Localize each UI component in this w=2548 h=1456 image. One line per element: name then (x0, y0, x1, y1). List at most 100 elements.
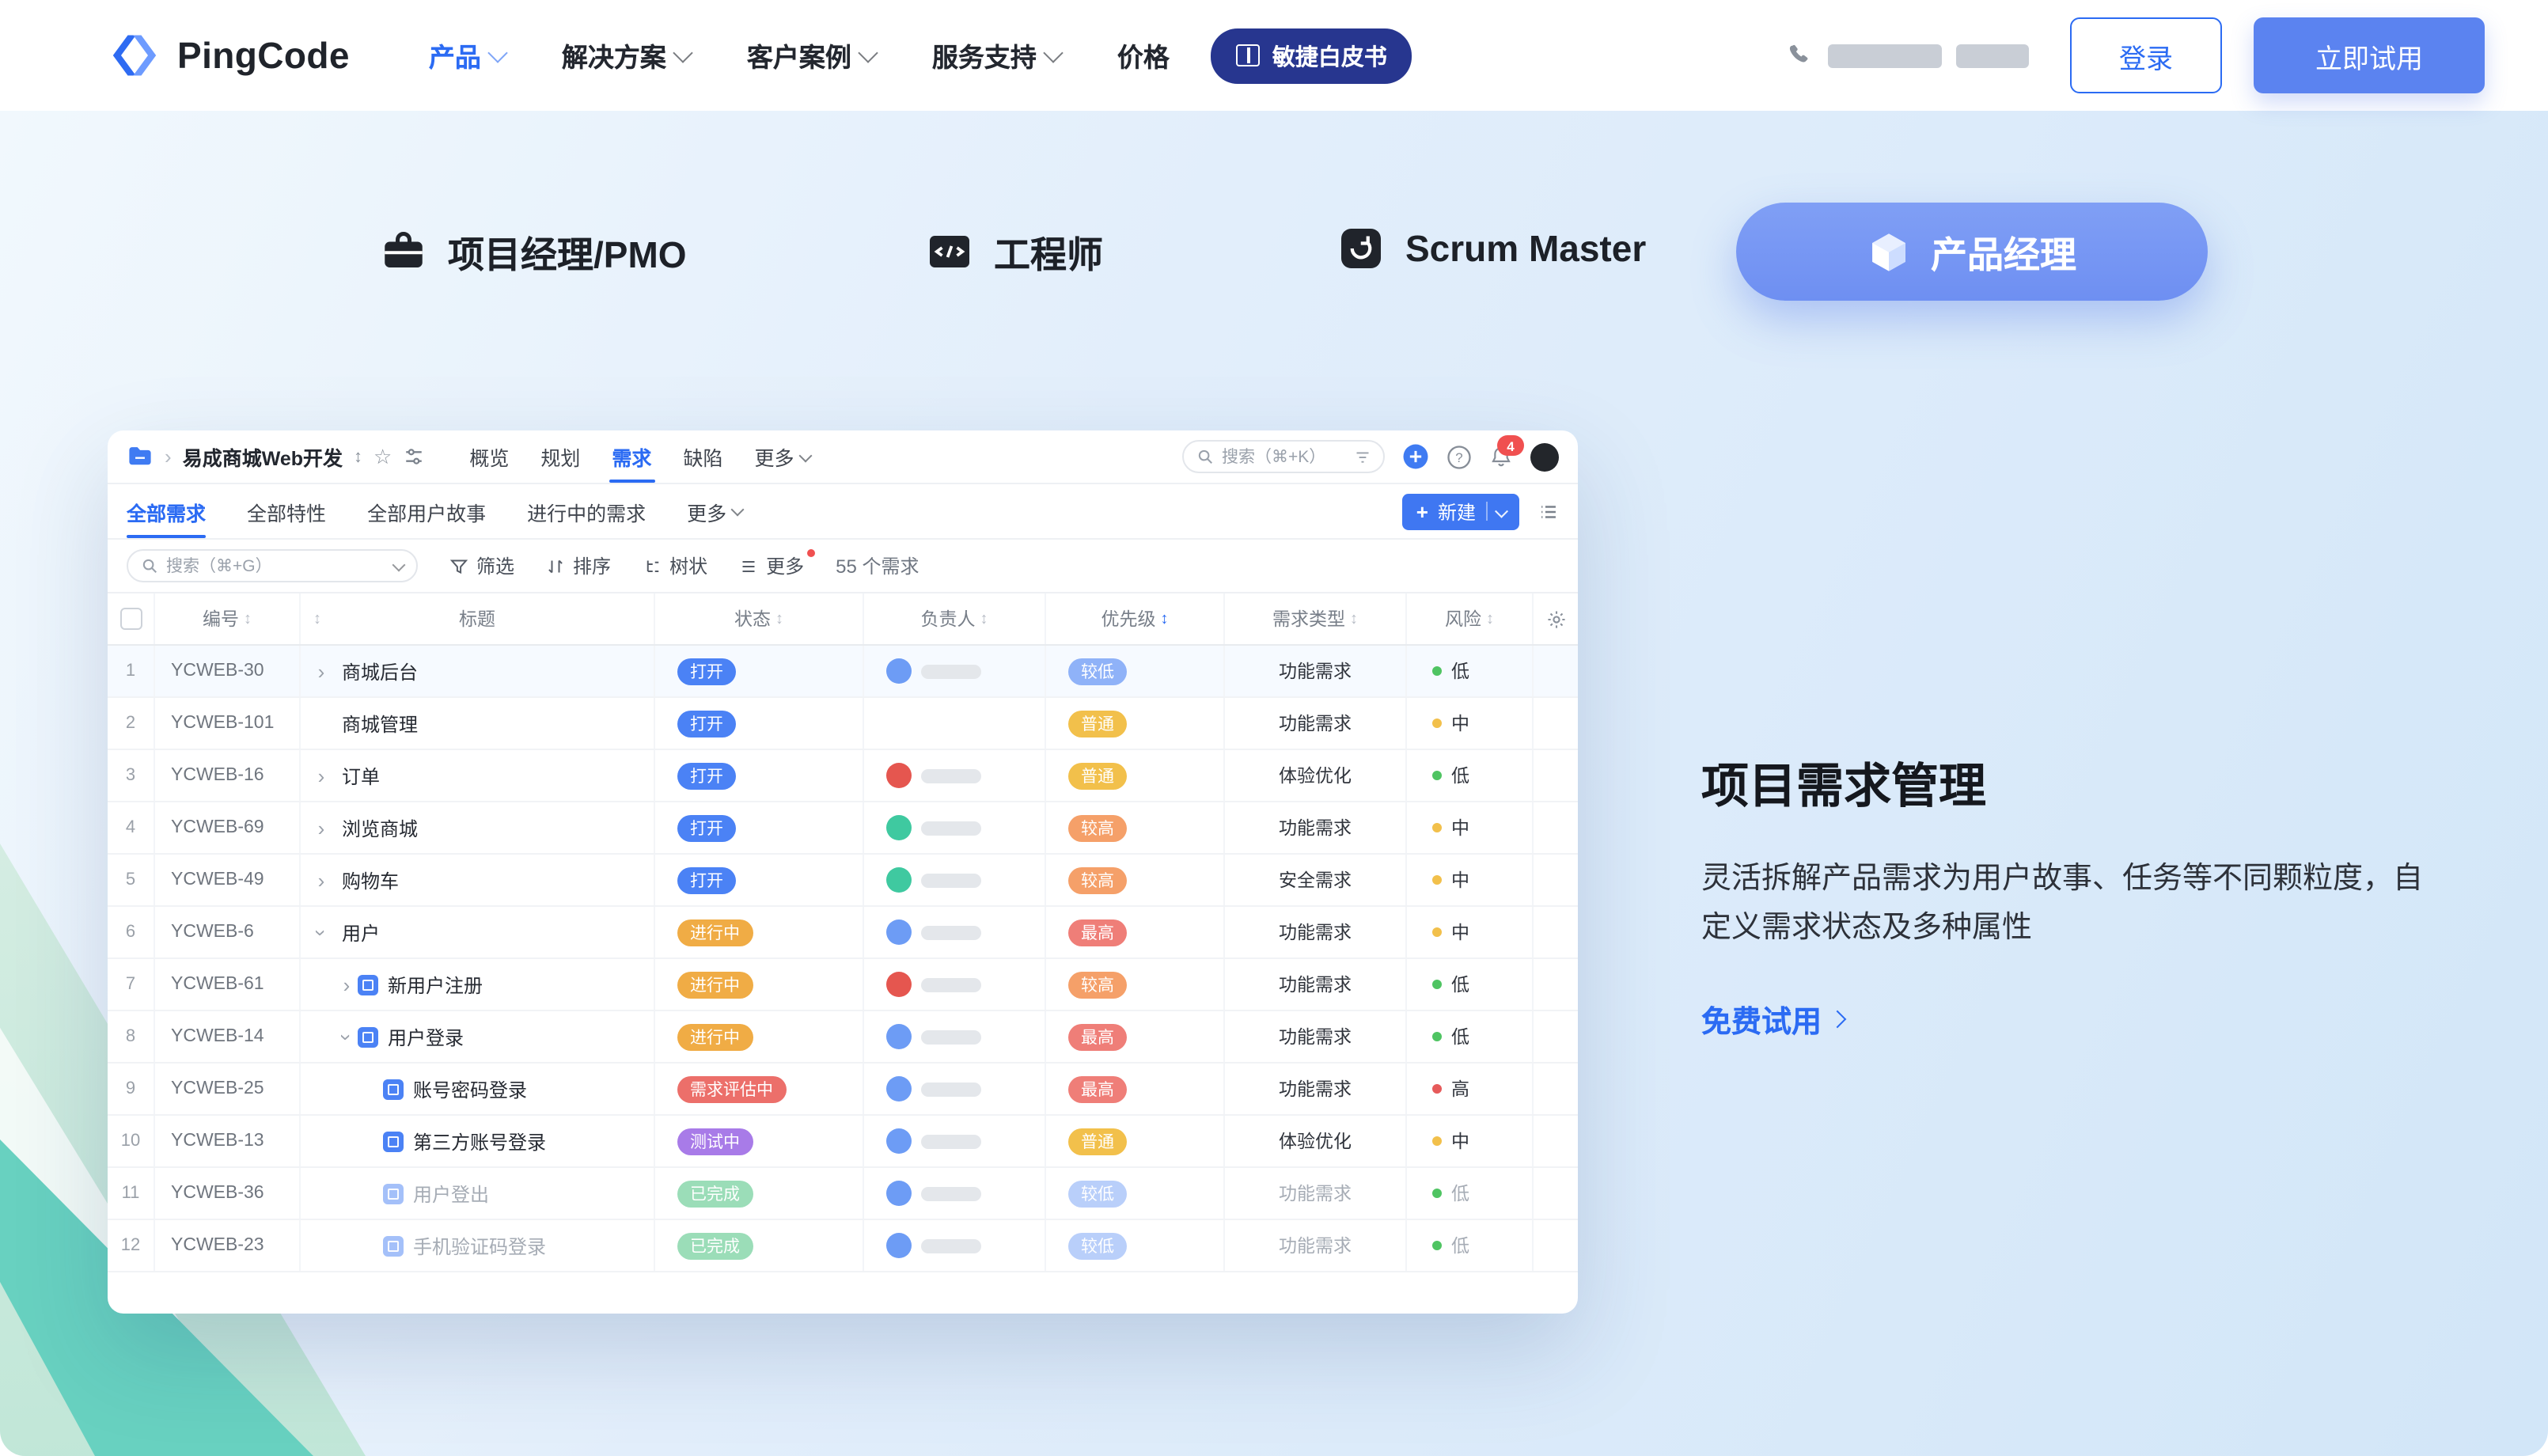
nav-item-3[interactable]: 客户案例 (747, 36, 875, 74)
issue-title[interactable]: 商城后台 (342, 658, 418, 684)
status-badge[interactable]: 打开 (677, 710, 736, 737)
issue-id[interactable]: YCWEB-30 (155, 646, 301, 696)
expand-icon[interactable]: › (310, 816, 332, 840)
issue-title[interactable]: 账号密码登录 (413, 1075, 527, 1102)
notifications-button[interactable]: 4 (1489, 445, 1513, 468)
search-filter-icon[interactable] (1355, 449, 1371, 464)
table-row[interactable]: 7YCWEB-61›新用户注册进行中较高功能需求低 (108, 959, 1578, 1011)
status-badge[interactable]: 打开 (677, 814, 736, 841)
table-row[interactable]: 5YCWEB-49›购物车打开较高安全需求中 (108, 855, 1578, 907)
help-icon[interactable]: ? (1447, 444, 1472, 469)
column-header-id[interactable]: 编号↕ (155, 593, 301, 644)
login-button[interactable]: 登录 (2070, 17, 2222, 93)
free-trial-button[interactable]: 立即试用 (2254, 17, 2485, 93)
star-icon[interactable]: ☆ (373, 444, 392, 469)
issue-title[interactable]: 浏览商城 (342, 814, 418, 841)
issue-title[interactable]: 商城管理 (342, 710, 418, 737)
status-badge[interactable]: 已完成 (677, 1180, 753, 1207)
table-row[interactable]: 3YCWEB-16›订单打开普通体验优化低 (108, 750, 1578, 802)
table-row[interactable]: 4YCWEB-69›浏览商城打开较高功能需求中 (108, 802, 1578, 855)
status-badge[interactable]: 测试中 (677, 1128, 753, 1155)
table-row[interactable]: 1YCWEB-30›商城后台打开较低功能需求低 (108, 646, 1578, 698)
expand-icon[interactable]: › (310, 659, 332, 683)
add-button[interactable] (1402, 443, 1429, 470)
nav-item-4[interactable]: 服务支持 (932, 36, 1060, 74)
assignee-avatar[interactable] (886, 815, 912, 840)
table-row[interactable]: 2YCWEB-101商城管理打开普通功能需求中 (108, 698, 1578, 750)
assignee-avatar[interactable] (886, 658, 912, 684)
assignee-avatar[interactable] (886, 1181, 912, 1206)
priority-badge[interactable]: 普通 (1068, 1128, 1127, 1155)
role-tab-4[interactable]: 产品经理 (1736, 203, 2208, 301)
select-all-checkbox[interactable] (119, 608, 142, 630)
global-search-input[interactable]: 搜索（⌘+K） (1182, 440, 1385, 473)
app-tab-2[interactable]: 规划 (525, 430, 596, 483)
status-badge[interactable]: 已完成 (677, 1232, 753, 1259)
assignee-avatar[interactable] (886, 972, 912, 997)
issue-title[interactable]: 第三方账号登录 (413, 1128, 546, 1155)
column-header-risk[interactable]: 风险↕ (1407, 593, 1534, 644)
column-header-assignee[interactable]: 负责人↕ (864, 593, 1046, 644)
status-badge[interactable]: 打开 (677, 658, 736, 684)
app-tab-3[interactable]: 需求 (596, 430, 667, 483)
issue-id[interactable]: YCWEB-69 (155, 802, 301, 853)
brand-logo[interactable]: PingCode (108, 32, 350, 79)
priority-badge[interactable]: 较低 (1068, 658, 1127, 684)
view-mode-icon[interactable] (1538, 501, 1559, 521)
switch-project-icon[interactable]: ↕ (354, 447, 362, 466)
new-issue-button[interactable]: + 新建 (1402, 493, 1519, 529)
breadcrumb-project-name[interactable]: 易成商城Web开发 (183, 442, 343, 472)
priority-badge[interactable]: 较高 (1068, 971, 1127, 998)
view-subtab-3[interactable]: 全部用户故事 (367, 484, 486, 538)
issue-id[interactable]: YCWEB-61 (155, 959, 301, 1010)
issue-id[interactable]: YCWEB-23 (155, 1220, 301, 1271)
issue-title[interactable]: 新用户注册 (388, 971, 483, 998)
filter-button[interactable]: 筛选 (449, 552, 514, 579)
more-options-button[interactable]: 更多 (739, 552, 804, 579)
issue-id[interactable]: YCWEB-13 (155, 1116, 301, 1166)
issue-id[interactable]: YCWEB-14 (155, 1011, 301, 1062)
expand-icon[interactable]: › (310, 764, 332, 787)
status-badge[interactable]: 进行中 (677, 919, 753, 946)
expand-icon[interactable]: › (310, 868, 332, 892)
issue-id[interactable]: YCWEB-25 (155, 1064, 301, 1114)
issue-id[interactable]: YCWEB-36 (155, 1168, 301, 1219)
priority-badge[interactable]: 最高 (1068, 1075, 1127, 1102)
app-tab-5[interactable]: 更多 (738, 430, 825, 483)
priority-badge[interactable]: 普通 (1068, 710, 1127, 737)
role-tab-3[interactable]: Scrum Master (1337, 225, 1646, 272)
table-row[interactable]: 8YCWEB-14›用户登录进行中最高功能需求低 (108, 1011, 1578, 1064)
table-row[interactable]: 12YCWEB-23手机验证码登录已完成较低功能需求低 (108, 1220, 1578, 1272)
list-search-input[interactable]: 搜索（⌘+G） (127, 549, 418, 582)
issue-id[interactable]: YCWEB-101 (155, 698, 301, 749)
sliders-icon[interactable] (403, 446, 423, 467)
table-row[interactable]: 11YCWEB-36用户登出已完成较低功能需求低 (108, 1168, 1578, 1220)
column-header-status[interactable]: 状态↕ (655, 593, 864, 644)
assignee-avatar[interactable] (886, 1233, 912, 1258)
column-header-type[interactable]: 需求类型↕ (1225, 593, 1407, 644)
issue-title[interactable]: 手机验证码登录 (413, 1232, 546, 1259)
priority-badge[interactable]: 最高 (1068, 919, 1127, 946)
table-row[interactable]: 6YCWEB-6›用户进行中最高功能需求中 (108, 907, 1578, 959)
priority-badge[interactable]: 最高 (1068, 1023, 1127, 1050)
view-subtab-1[interactable]: 全部需求 (127, 484, 206, 538)
project-folder-icon[interactable] (127, 443, 154, 470)
assignee-avatar[interactable] (886, 919, 912, 945)
status-badge[interactable]: 打开 (677, 762, 736, 789)
assignee-avatar[interactable] (886, 867, 912, 893)
expand-icon[interactable]: › (336, 973, 358, 996)
assignee-avatar[interactable] (886, 763, 912, 788)
nav-item-2[interactable]: 解决方案 (562, 36, 690, 74)
issue-id[interactable]: YCWEB-49 (155, 855, 301, 905)
app-tab-1[interactable]: 概览 (453, 430, 525, 483)
issue-title[interactable]: 订单 (342, 762, 380, 789)
issue-title[interactable]: 用户 (342, 919, 380, 946)
collapse-icon[interactable]: › (335, 1026, 358, 1048)
priority-badge[interactable]: 较高 (1068, 814, 1127, 841)
status-badge[interactable]: 打开 (677, 866, 736, 893)
whitepaper-badge[interactable]: 敏捷白皮书 (1211, 28, 1412, 83)
issue-title[interactable]: 用户登出 (413, 1180, 489, 1207)
issue-title[interactable]: 用户登录 (388, 1023, 464, 1050)
status-badge[interactable]: 进行中 (677, 971, 753, 998)
column-header-priority[interactable]: 优先级↕ (1046, 593, 1225, 644)
